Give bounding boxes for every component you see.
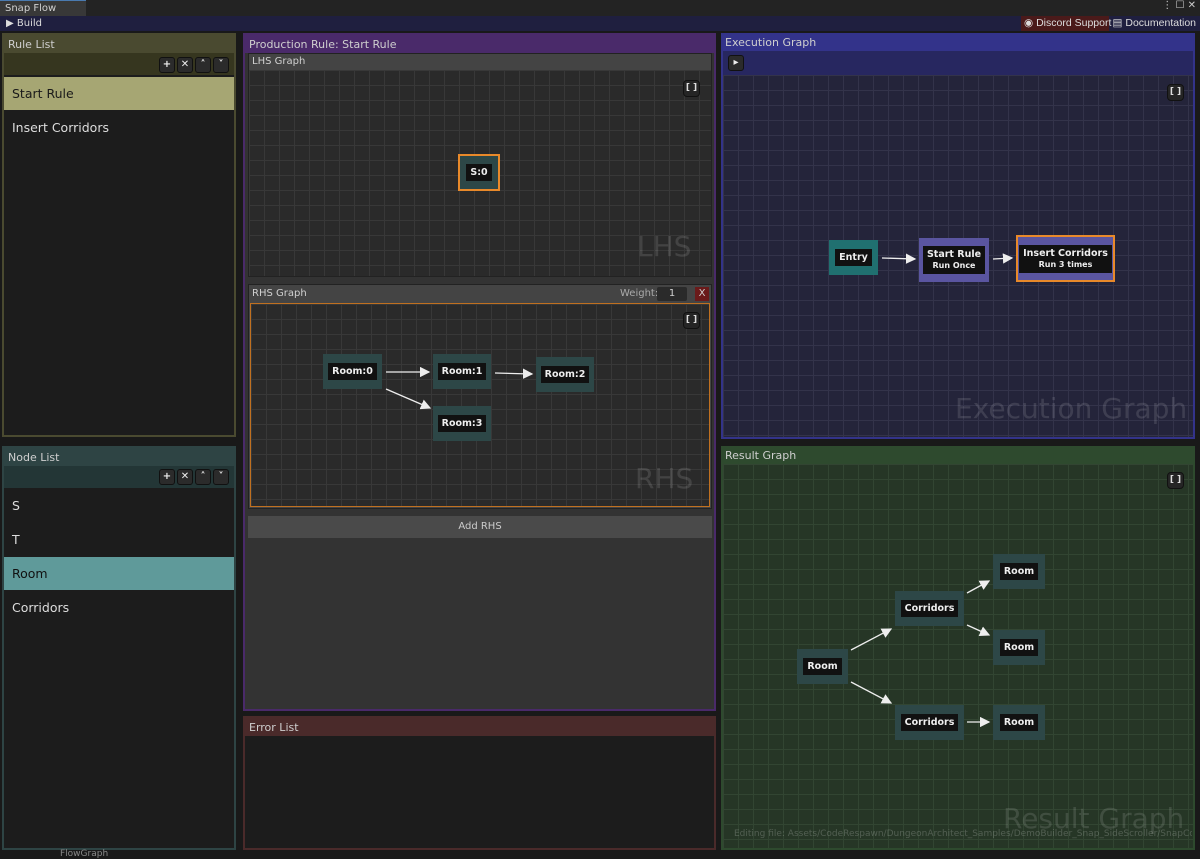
result-grid[interactable] (723, 464, 1193, 848)
rhs-node[interactable]: Room:3 (433, 406, 491, 441)
rhs-graph-title: RHS Graph (252, 288, 307, 299)
rhs-node[interactable]: Room:1 (433, 354, 491, 389)
move-rule-down-button[interactable]: ˅ (213, 57, 229, 73)
rule-list-title: Rule List (8, 38, 55, 51)
rhs-node[interactable]: Room:2 (536, 357, 594, 392)
node-item-t[interactable]: T (4, 523, 234, 556)
rhs-fit-icon[interactable]: [ ] (683, 312, 700, 329)
add-rhs-button[interactable]: Add RHS (248, 516, 712, 538)
rule-item-insert-corridors[interactable]: Insert Corridors (4, 111, 234, 144)
execution-graph-panel: Execution Graph (721, 33, 1195, 439)
remove-node-button[interactable]: ✕ (177, 469, 193, 485)
move-node-down-button[interactable]: ˅ (213, 469, 229, 485)
result-graph-title: Result Graph (725, 449, 797, 462)
weight-label: Weight: (620, 288, 659, 299)
execution-graph-title: Execution Graph (725, 36, 817, 49)
result-node[interactable]: Room (797, 649, 848, 684)
exec-node-insert-corridors[interactable]: Insert Corridors Run 3 times (1016, 235, 1115, 282)
result-node[interactable]: Room (993, 705, 1045, 740)
play-icon: ▶ (6, 18, 14, 29)
exec-node-start-rule[interactable]: Start Rule Run Once (919, 238, 989, 282)
build-button[interactable]: ▶ Build (6, 16, 42, 31)
add-rule-button[interactable]: + (159, 57, 175, 73)
rhs-node[interactable]: Room:0 (323, 354, 382, 389)
execution-fit-icon[interactable]: [ ] (1167, 84, 1184, 101)
lhs-fit-icon[interactable]: [ ] (683, 80, 700, 97)
remove-rhs-button[interactable]: X (695, 287, 709, 301)
move-rule-up-button[interactable]: ˄ (195, 57, 211, 73)
production-rule-title: Production Rule: Start Rule (249, 38, 397, 51)
weight-input[interactable]: 1 (657, 287, 687, 301)
editor-tab[interactable]: Snap Flow Editor (0, 0, 86, 29)
result-graph-panel: Result Graph (721, 446, 1195, 850)
node-item-corridors[interactable]: Corridors (4, 591, 234, 624)
execution-watermark: Execution Graph (955, 392, 1188, 425)
documentation-button[interactable]: ▤ Documentation (1113, 16, 1196, 31)
rhs-watermark: RHS (635, 462, 694, 495)
node-list-title: Node List (8, 451, 60, 464)
move-node-up-button[interactable]: ˄ (195, 469, 211, 485)
lhs-watermark: LHS (637, 230, 692, 263)
window-menu-icons[interactable]: ⋮ ☐ ✕ (1162, 0, 1196, 11)
result-node[interactable]: Corridors (895, 705, 964, 740)
result-fit-icon[interactable]: [ ] (1167, 472, 1184, 489)
remove-rule-button[interactable]: ✕ (177, 57, 193, 73)
lhs-node[interactable]: S:0 (458, 154, 500, 191)
rule-item-start-rule[interactable]: Start Rule (4, 77, 234, 110)
error-list-panel: Error List (243, 716, 716, 850)
run-execution-button[interactable]: ▸ (728, 55, 744, 71)
lhs-graph-title: LHS Graph (252, 56, 306, 67)
add-node-button[interactable]: + (159, 469, 175, 485)
error-list-title: Error List (249, 721, 299, 734)
discord-icon: ◉ (1024, 17, 1034, 29)
discord-support-button[interactable]: ◉ Discord Support (1021, 16, 1111, 31)
document-icon: ▤ (1112, 17, 1123, 29)
result-node[interactable]: Room (993, 630, 1045, 665)
exec-node-entry[interactable]: Entry (829, 240, 878, 275)
node-item-room[interactable]: Room (4, 557, 234, 590)
result-node[interactable]: Room (993, 554, 1045, 589)
result-node[interactable]: Corridors (895, 591, 964, 626)
editing-file-label: Editing file: Assets/CodeRespawn/Dungeon… (734, 829, 1192, 839)
node-item-s[interactable]: S (4, 489, 234, 522)
flowgraph-tab[interactable]: FlowGraph (60, 849, 108, 859)
